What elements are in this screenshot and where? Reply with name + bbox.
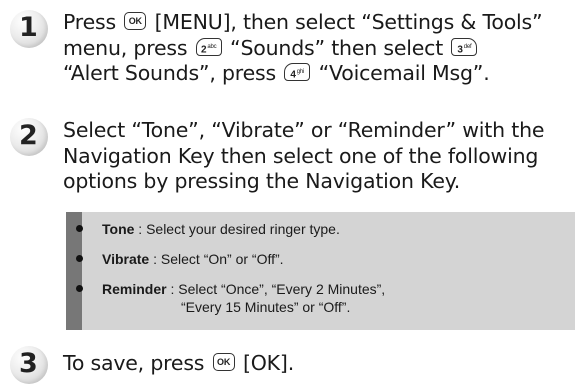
options-box: Tone : Select your desired ringer type. … <box>66 212 575 330</box>
key-3-icon: 3def <box>451 37 478 56</box>
key-2-icon: 2abc <box>195 37 222 56</box>
bullet-icon <box>76 285 83 292</box>
bullet-icon <box>76 225 83 232</box>
step-2-text: Select “Tone”, “Vibrate” or “Reminder” w… <box>63 118 545 193</box>
step-number-badge: 2 <box>10 118 48 156</box>
bullet-icon <box>76 255 83 262</box>
step-number-badge: 1 <box>10 10 48 48</box>
step-number-badge: 3 <box>10 346 48 384</box>
ok-key-icon: OK <box>124 12 147 30</box>
option-tone: Tone : Select your desired ringer type. <box>76 220 340 238</box>
option-vibrate: Vibrate : Select “On” or “Off”. <box>76 250 284 268</box>
step-3-text: To save, press OK [OK]. <box>63 351 295 375</box>
step-1-text: Press OK [MENU], then select “Settings &… <box>63 10 543 85</box>
ok-key-icon: OK <box>212 353 235 371</box>
option-reminder: Reminder : Select “Once”, “Every 2 Minut… <box>76 280 385 316</box>
key-4-icon: 4ghi <box>284 63 311 81</box>
